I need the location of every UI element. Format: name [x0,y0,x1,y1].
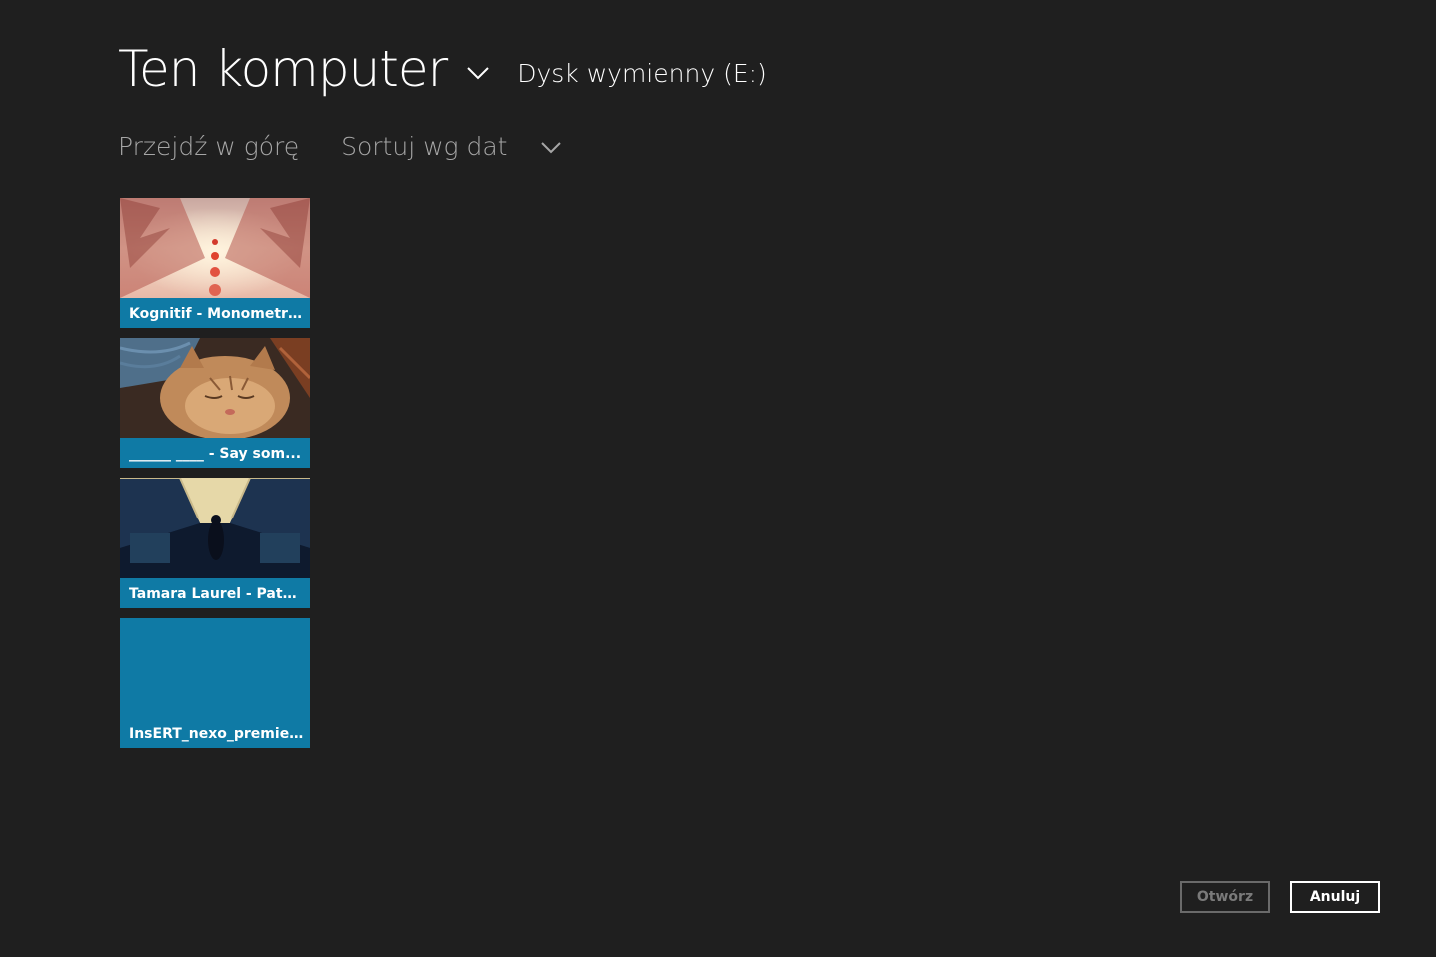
file-name: Kognitif - Monometri... [129,306,304,322]
location-title[interactable]: Ten komputer [118,44,448,94]
file-tile[interactable]: Kognitif - Monometri... [120,198,310,328]
file-tile[interactable]: InsERT_nexo_premiera [120,618,310,748]
file-tile[interactable]: Tamara Laurel - Pathe... [120,478,310,608]
sleeping-cat-image [120,338,310,438]
train-interior-image [120,478,310,578]
file-name: InsERT_nexo_premiera [129,726,304,742]
go-up-button[interactable]: Przejdź w górę [118,132,299,161]
open-button[interactable]: Otwórz [1180,881,1270,913]
cancel-button[interactable]: Anuluj [1290,881,1380,913]
location-header: Ten komputer Dysk wymienny (E:) [118,44,767,94]
chevron-down-icon[interactable] [539,138,563,156]
sub-location[interactable]: Dysk wymienny (E:) [517,59,767,88]
file-list: Kognitif - Monometri... ______ ____ - Sa… [120,198,310,758]
file-picker: Ten komputer Dysk wymienny (E:) Przejdź … [0,0,1436,957]
toolbar: Przejdź w górę Sortuj wg dat [118,132,563,161]
file-name: Tamara Laurel - Pathe... [129,586,304,602]
file-name: ______ ____ - Say som... [129,446,302,462]
chevron-down-icon[interactable] [465,63,491,83]
sort-by-button[interactable]: Sortuj wg dat [341,132,507,161]
file-tile[interactable]: ______ ____ - Say som... [120,338,310,468]
pink-tree-tunnel-image [120,198,310,298]
